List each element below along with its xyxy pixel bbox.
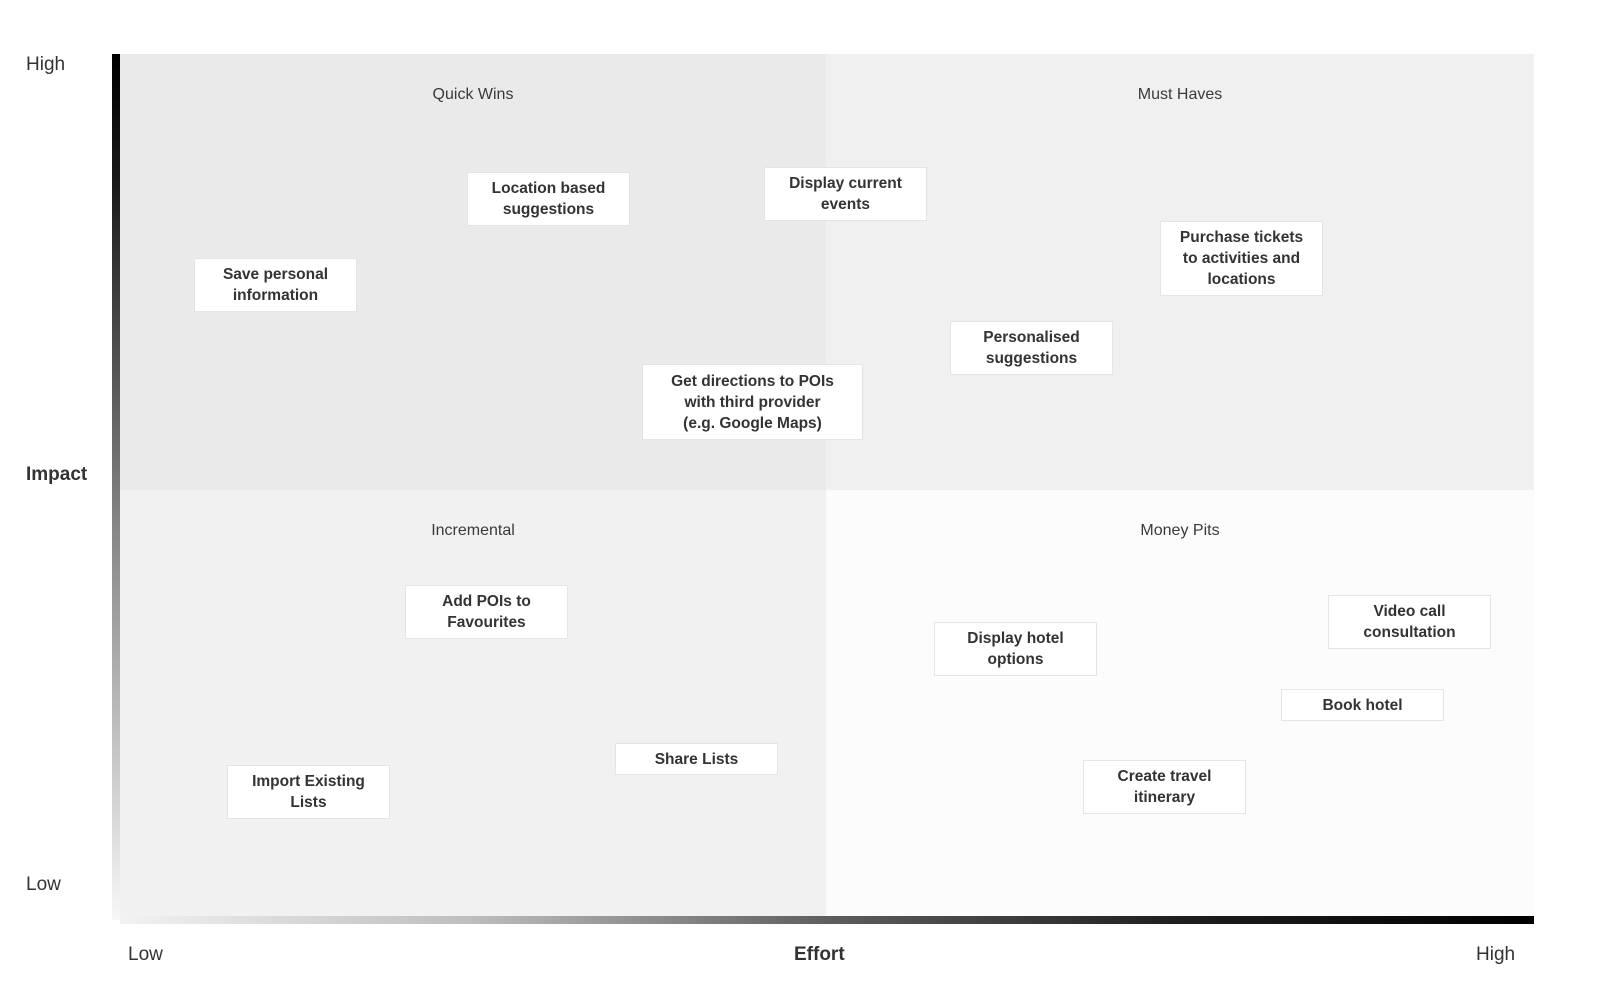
impact-axis-gradient-bar [112,54,120,920]
card-purchase-tickets[interactable]: Purchase tickets to activities and locat… [1160,221,1323,296]
quadrant-title-must-haves: Must Haves [1137,86,1223,103]
impact-axis-title: Impact [26,464,88,485]
card-save-personal-information[interactable]: Save personal information [194,258,357,312]
card-display-hotel-options[interactable]: Display hotel options [934,622,1097,676]
effort-low-label: Low [128,944,163,965]
quadrant-incremental: Incremental [120,490,826,916]
card-import-existing-lists[interactable]: Import Existing Lists [227,765,390,819]
card-display-current-events[interactable]: Display current events [764,167,927,221]
card-personalised-suggestions[interactable]: Personalised suggestions [950,321,1113,375]
impact-low-label: Low [26,874,61,895]
card-create-travel-itinerary[interactable]: Create travel itinerary [1083,760,1246,814]
card-share-lists[interactable]: Share Lists [615,743,778,775]
card-get-directions[interactable]: Get directions to POIs with third provid… [642,364,863,440]
effort-axis-title: Effort [794,944,845,965]
impact-high-label: High [26,54,66,75]
card-video-call-consultation[interactable]: Video call consultation [1328,595,1491,649]
effort-high-label: High [1476,944,1516,965]
quadrant-title-money-pits: Money Pits [1140,522,1220,539]
card-location-based-suggestions[interactable]: Location based suggestions [467,172,630,226]
quadrant-title-quick-wins: Quick Wins [432,86,514,103]
card-book-hotel[interactable]: Book hotel [1281,689,1444,721]
quadrant-title-incremental: Incremental [431,522,515,539]
effort-axis-gradient-bar [120,916,1534,924]
card-add-pois-to-favourites[interactable]: Add POIs to Favourites [405,585,568,639]
